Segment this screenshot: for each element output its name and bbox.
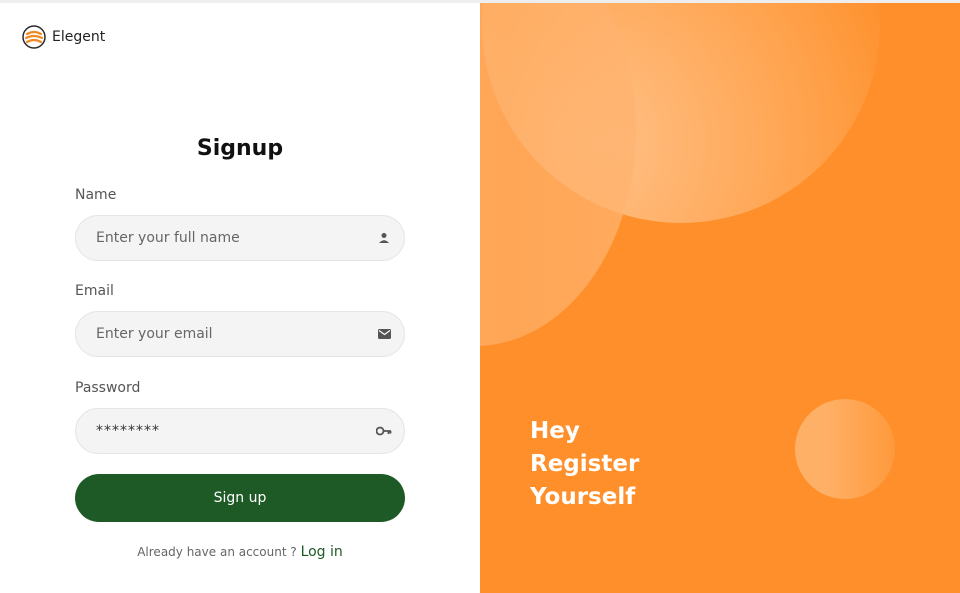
login-link[interactable]: Log in bbox=[301, 544, 343, 560]
name-field-wrapper bbox=[75, 215, 405, 261]
name-input[interactable] bbox=[76, 216, 364, 260]
email-field-wrapper bbox=[75, 311, 405, 357]
login-prompt: Already have an account ? Log in bbox=[75, 544, 405, 560]
password-label: Password bbox=[75, 380, 141, 396]
hero-heading: Hey Register Yourself bbox=[530, 415, 639, 514]
signup-button[interactable]: Sign up bbox=[75, 474, 405, 522]
hero-line-1: Hey bbox=[530, 418, 580, 444]
brand[interactable]: Elegent bbox=[22, 25, 105, 49]
brand-name: Elegent bbox=[52, 29, 106, 45]
password-input[interactable] bbox=[76, 409, 364, 453]
password-field-wrapper bbox=[75, 408, 405, 454]
hero-panel: Hey Register Yourself bbox=[480, 3, 960, 593]
envelope-icon bbox=[364, 329, 404, 339]
decorative-circle-small bbox=[795, 399, 895, 499]
stacked-waves-logo-icon bbox=[22, 25, 46, 49]
email-input[interactable] bbox=[76, 312, 364, 356]
name-label: Name bbox=[75, 187, 117, 203]
hero-line-3: Yourself bbox=[530, 484, 636, 510]
decorative-circle-medium bbox=[480, 3, 636, 346]
hero-line-2: Register bbox=[530, 451, 640, 477]
page-title: Signup bbox=[196, 136, 284, 161]
email-label: Email bbox=[75, 283, 114, 299]
signup-panel: Elegent Signup Name Email Password bbox=[0, 3, 480, 593]
login-prompt-text: Already have an account ? bbox=[137, 545, 297, 559]
key-icon bbox=[364, 426, 404, 436]
person-icon bbox=[364, 232, 404, 244]
